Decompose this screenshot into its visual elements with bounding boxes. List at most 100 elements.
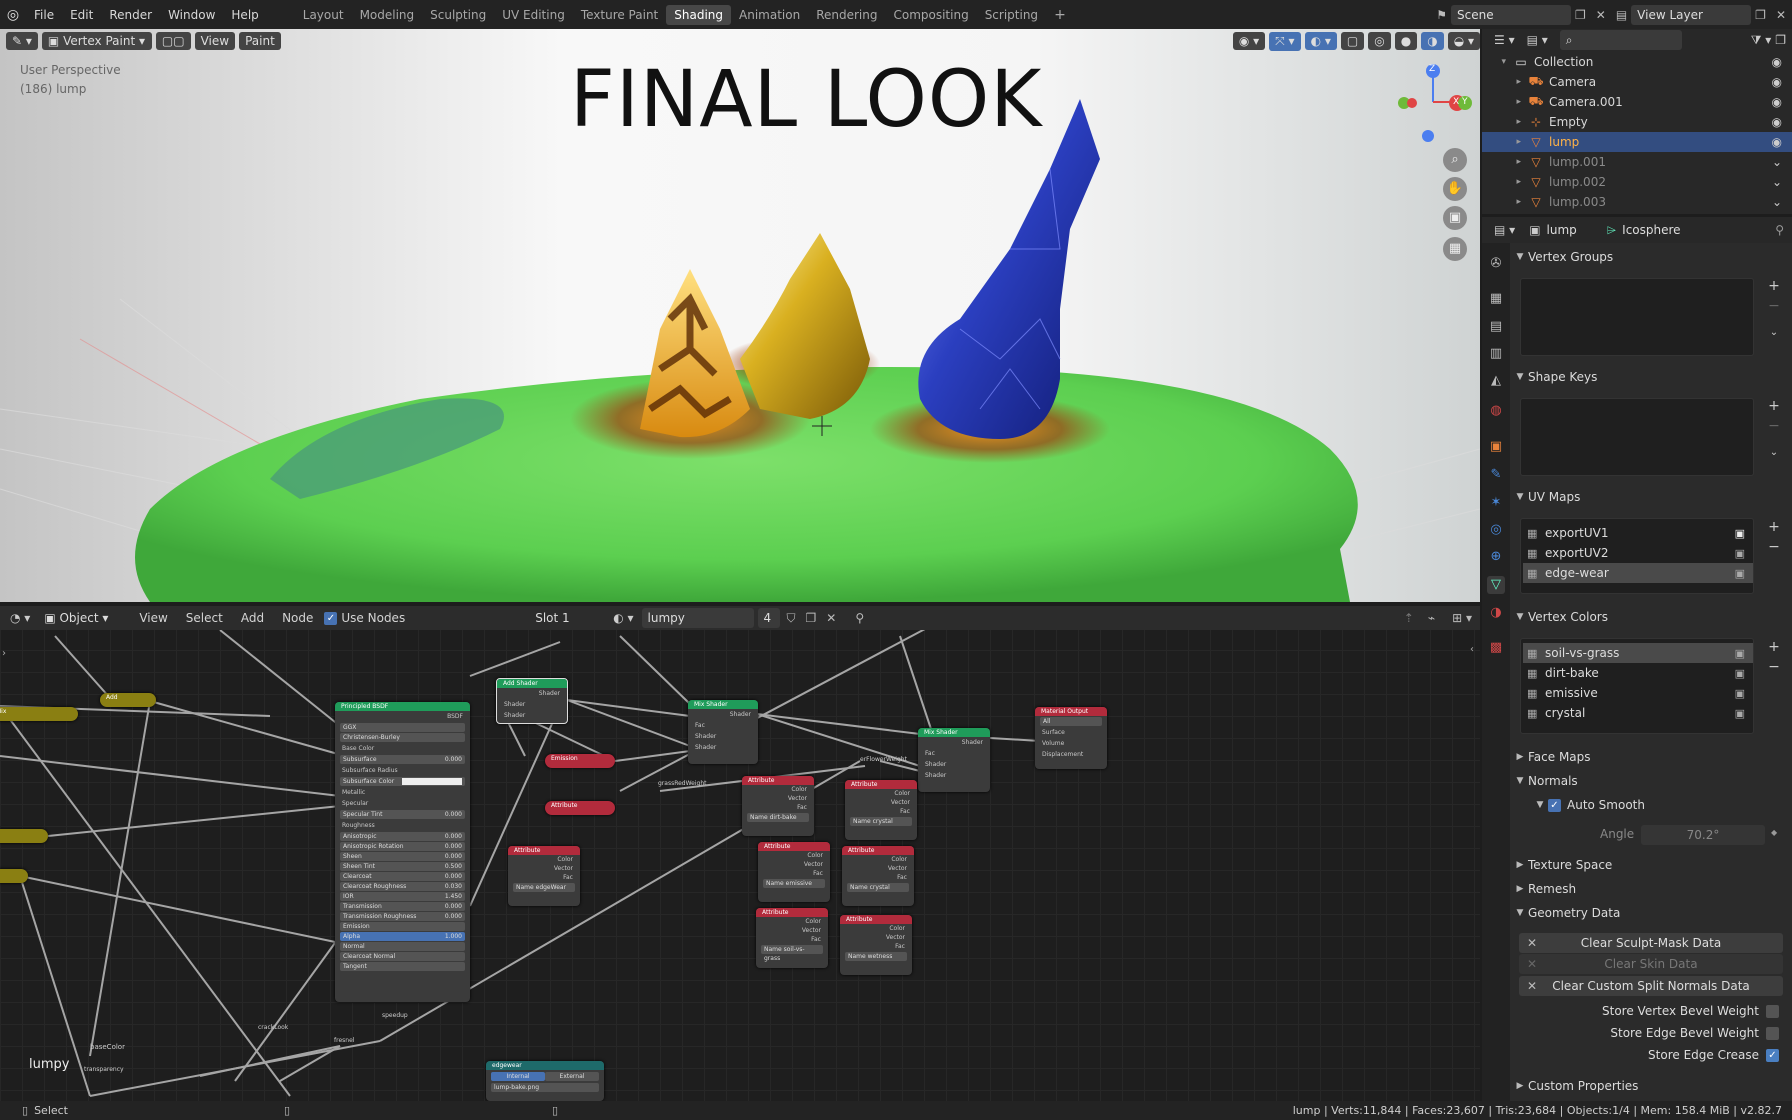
expand-arrow-icon[interactable]: ▸ — [1482, 197, 1527, 207]
render-camera-icon[interactable]: ▣ — [1735, 707, 1745, 720]
auto-smooth-row[interactable]: ▼ ✓ Auto Smooth — [1512, 794, 1792, 816]
material-browse-icon[interactable]: ◐ ▾ — [609, 611, 637, 625]
fake-user-icon[interactable]: ⛉ — [784, 611, 799, 626]
add-workspace-icon[interactable]: + — [1046, 7, 1074, 23]
texture-tab-icon[interactable]: ▩ — [1487, 639, 1505, 657]
auto-smooth-checkbox[interactable]: ✓ — [1548, 798, 1561, 812]
section-normals[interactable]: ▼ Normals — [1512, 770, 1792, 792]
bsdf-input-row[interactable]: Anisotropic Rotation 0.000 — [340, 842, 465, 851]
mode-dropdown[interactable]: ▣ Vertex Paint ▾ — [41, 32, 152, 50]
menu-edit[interactable]: Edit — [62, 8, 101, 22]
shape-key-remove-button[interactable]: − — [1763, 417, 1785, 435]
material-output-target[interactable]: All — [1040, 717, 1102, 726]
display-mode-icon[interactable]: ▤ ▾ — [1519, 33, 1548, 47]
vertex-group-menu-button[interactable]: ⌄ — [1763, 324, 1785, 342]
node-mix-left[interactable]: Mix — [0, 707, 78, 721]
vertex-colors-list[interactable]: ▦ soil-vs-grass ▣ ▦ dirt-bake ▣ ▦ emissive ▣ ▦ cry… — [1520, 638, 1754, 734]
parent-node-icon[interactable]: ⇡ — [1399, 611, 1419, 625]
visibility-eye-icon[interactable]: ⌄ — [1772, 175, 1792, 189]
shading-solid-button[interactable]: ● — [1394, 32, 1418, 50]
vertex-group-remove-button[interactable]: − — [1763, 297, 1785, 315]
node-attribute[interactable]: Attribute Color Vector Fac Name wetness — [840, 915, 912, 975]
menu-render[interactable]: Render — [101, 8, 160, 22]
physics-icon[interactable]: ◎ — [1487, 521, 1505, 539]
outliner-item[interactable]: ▸ ⊹ Empty ◉ — [1482, 112, 1792, 132]
xray-toggle[interactable]: ▢ — [1340, 32, 1365, 50]
view-menu[interactable]: View — [194, 32, 236, 50]
scene-icon[interactable]: ⚑ — [1432, 8, 1451, 22]
bsdf-input-row[interactable]: Anisotropic 0.000 — [340, 832, 465, 841]
object-tab-icon[interactable]: ▣ — [1487, 438, 1505, 456]
attribute-name-field[interactable]: Name soil-vs-grass — [761, 945, 823, 962]
tab-modeling[interactable]: Modeling — [352, 5, 423, 25]
attribute-name-field[interactable]: Name edgeWear — [513, 883, 575, 892]
section-geometry-data[interactable]: ▼ Geometry Data — [1512, 902, 1792, 924]
bsdf-input-row[interactable]: Specular Tint 0.000 — [340, 810, 465, 819]
view-layer-icon[interactable]: ▤ — [1612, 8, 1631, 22]
render-camera-icon[interactable]: ▣ — [1735, 687, 1745, 700]
clear-skin-data-button[interactable]: ✕ Clear Skin Data — [1519, 954, 1783, 974]
scene-tab-icon[interactable]: ◭ — [1487, 372, 1505, 390]
ne-menu-select[interactable]: Select — [179, 611, 230, 625]
paint-menu[interactable]: Paint — [239, 32, 281, 50]
node-mix-shader-2[interactable]: Mix Shader Shader Fac Shader Shader — [918, 728, 990, 792]
visibility-eye-icon[interactable]: ◉ — [1772, 75, 1792, 89]
expand-arrow-icon[interactable]: ▸ — [1482, 177, 1527, 187]
outliner-editor-icon[interactable]: ☰ ▾ — [1494, 33, 1515, 47]
bsdf-input-row[interactable]: Subsurface Radius — [335, 765, 470, 776]
menu-help[interactable]: Help — [223, 8, 266, 22]
outliner-search-input[interactable]: ⌕ — [1559, 30, 1682, 50]
uv-maps-list[interactable]: ▦ exportUV1 ▣ ▦ exportUV2 ▣ ▦ edge-wear ▣ — [1520, 518, 1754, 594]
view-layer-field[interactable]: View Layer — [1631, 4, 1752, 25]
render-camera-icon[interactable]: ▣ — [1735, 567, 1745, 580]
tab-rendering[interactable]: Rendering — [808, 5, 885, 25]
tab-animation[interactable]: Animation — [731, 5, 808, 25]
section-custom-properties[interactable]: ▶ Custom Properties — [1512, 1075, 1792, 1097]
snap-icon[interactable]: ⌁ — [1423, 611, 1440, 625]
expand-arrow-icon[interactable]: ▸ — [1482, 77, 1527, 87]
bsdf-input-row[interactable]: Clearcoat Normal — [340, 952, 465, 961]
navigation-gizmo[interactable]: Z X Y — [1395, 60, 1475, 150]
brush-toggle-button[interactable]: ▢▢ — [155, 32, 191, 50]
object-dropdown[interactable]: ▣ Object ▾ — [38, 608, 129, 628]
ne-menu-add[interactable]: Add — [234, 611, 271, 625]
bsdf-input-row[interactable]: Transmission 0.000 — [340, 902, 465, 911]
visibility-eye-icon[interactable]: ◉ — [1772, 95, 1792, 109]
bsdf-input-row[interactable]: Clearcoat Roughness 0.030 — [340, 882, 465, 891]
shading-rendered-button[interactable]: ◒ ▾ — [1447, 32, 1480, 50]
subsurface-color-swatch[interactable] — [402, 778, 462, 785]
overlay-toggle[interactable]: ◐ ▾ — [1304, 32, 1337, 50]
render-camera-icon[interactable]: ▣ — [1735, 647, 1745, 660]
tab-compositing[interactable]: Compositing — [885, 5, 976, 25]
bsdf-subsurface-method[interactable]: Christensen-Burley — [340, 733, 465, 742]
visibility-dropdown[interactable]: ◉ ▾ — [1232, 32, 1266, 50]
tab-shading[interactable]: Shading — [666, 4, 731, 25]
use-nodes-checkbox[interactable]: ✓ — [324, 611, 338, 625]
list-item[interactable]: ▦ crystal ▣ — [1523, 703, 1753, 723]
active-render-camera-icon[interactable]: ▣ — [1735, 527, 1745, 540]
uv-add-button[interactable]: + — [1763, 518, 1785, 536]
bsdf-input-row[interactable]: Base Color — [335, 743, 470, 754]
node-editor-type-icon[interactable]: ◔ ▾ — [6, 611, 34, 625]
section-shape-keys[interactable]: ▼ Shape Keys — [1512, 366, 1792, 388]
vertex-group-add-button[interactable]: + — [1763, 277, 1785, 295]
node-emission[interactable]: Emission — [545, 754, 615, 768]
tab-uv-editing[interactable]: UV Editing — [494, 5, 573, 25]
ne-menu-view[interactable]: View — [132, 611, 174, 625]
bsdf-input-row[interactable]: Clearcoat 0.000 — [340, 872, 465, 881]
bsdf-input-row[interactable]: Transmission Roughness 0.000 — [340, 912, 465, 921]
constraints-icon[interactable]: ⊕ — [1487, 548, 1505, 566]
outliner-item[interactable]: ▸ ⛟ Camera ◉ — [1482, 72, 1792, 92]
material-users[interactable]: 4 — [757, 608, 780, 628]
bsdf-input-row[interactable]: Metallic — [335, 787, 470, 798]
node-mix-left-3[interactable] — [0, 869, 28, 883]
view-layer-copy-icon[interactable]: ❐ — [1751, 8, 1770, 22]
angle-keyframe-icon[interactable]: ◆ — [1771, 828, 1777, 837]
node-material-output[interactable]: Material Output All Surface Volume Displ… — [1035, 707, 1107, 769]
ne-menu-node[interactable]: Node — [275, 611, 320, 625]
view-layer-tab-icon[interactable]: ▥ — [1487, 345, 1505, 363]
node-mix-left-2[interactable] — [0, 829, 48, 843]
breadcrumb-mesh[interactable]: Icosphere — [1622, 223, 1680, 237]
render-camera-icon[interactable]: ▣ — [1735, 667, 1745, 680]
pan-hand-icon[interactable]: ✋ — [1443, 177, 1467, 201]
